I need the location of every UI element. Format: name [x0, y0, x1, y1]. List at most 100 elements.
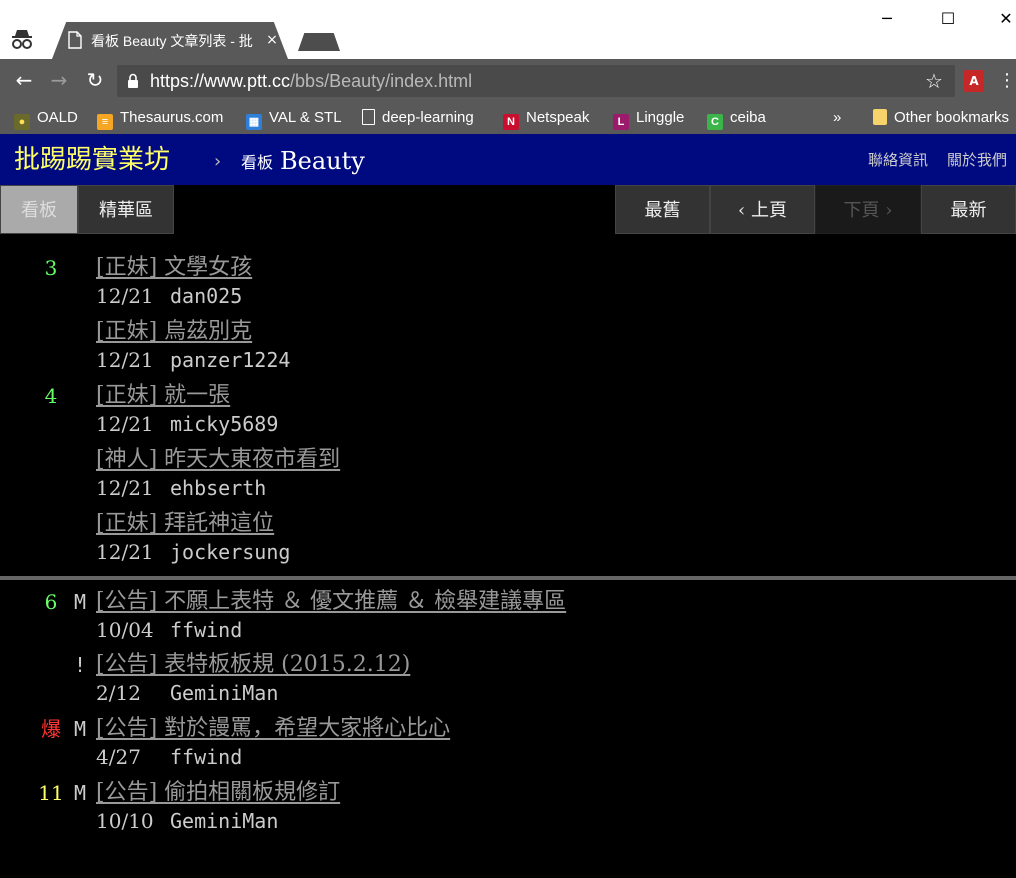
post-title-link[interactable]: [公告] 對於謾罵，希望大家將心比心: [96, 715, 450, 743]
bookmarks-overflow-chevron-icon[interactable]: »: [833, 105, 841, 131]
lock-icon: [128, 73, 138, 88]
bookmark-label: Other bookmarks: [894, 109, 1010, 126]
bookmark-label: Netspeak: [526, 109, 590, 126]
post-meta: 12/21 dan025: [96, 283, 242, 309]
post-date: 12/21: [96, 412, 154, 436]
push-count: 3: [44, 256, 58, 280]
post-meta: 10/04 ffwind: [96, 617, 242, 643]
post-meta: 2/12 GeminiMan: [96, 680, 278, 706]
post-meta: 10/10 GeminiMan: [96, 808, 278, 834]
reload-icon[interactable]: ↻: [81, 66, 109, 94]
post-mark: M: [73, 717, 87, 741]
digest-tab[interactable]: 精華區: [78, 185, 174, 234]
post-meta: 12/21 panzer1224: [96, 347, 290, 373]
post-date: 12/21: [96, 540, 154, 564]
bookmark-linggle[interactable]: L Linggle: [613, 105, 684, 131]
linggle-icon: L: [613, 114, 629, 130]
previous-page-button[interactable]: ‹ 上頁: [710, 185, 815, 234]
post-meta: 12/21 ehbserth: [96, 475, 266, 501]
bookmark-label: VAL & STL: [269, 109, 342, 126]
bookmark-label: Thesaurus.com: [120, 109, 224, 126]
forward-arrow-icon[interactable]: →: [45, 66, 73, 94]
bookmark-label: ceiba: [730, 109, 766, 126]
post-title-link[interactable]: [公告] 不願上表特 ＆ 優文推薦 ＆ 檢舉建議專區: [96, 588, 566, 616]
back-arrow-icon[interactable]: ←: [10, 66, 38, 94]
window-maximize-button[interactable]: ☐: [925, 6, 971, 32]
post-author: dan025: [170, 284, 243, 308]
url-path: /bbs/Beauty/index.html: [290, 71, 473, 91]
bookmark-label: OALD: [37, 109, 78, 126]
oldest-page-button[interactable]: 最舊: [615, 185, 710, 234]
post-meta: 12/21 jockersung: [96, 539, 290, 565]
post-title-link[interactable]: [正妹] 烏茲別克: [96, 318, 252, 346]
post-meta: 4/27 ffwind: [96, 744, 242, 770]
post-author: ffwind: [170, 745, 243, 769]
page-icon: [362, 109, 375, 125]
folder-icon: [873, 109, 887, 125]
url-host: https://www.ptt.cc: [150, 71, 291, 91]
post-title-link[interactable]: [正妹] 拜託神這位: [96, 510, 274, 538]
thesaurus-icon: ≡: [97, 114, 113, 130]
post-title-link[interactable]: [正妹] 文學女孩: [96, 254, 252, 282]
post-author: ffwind: [170, 618, 243, 642]
post-date: 10/04: [96, 618, 154, 642]
post-author: GeminiMan: [170, 809, 279, 833]
post-title-link[interactable]: [公告] 偷拍相關板規修訂: [96, 779, 340, 807]
chrome-menu-icon[interactable]: ⋮: [998, 70, 1016, 92]
other-bookmarks[interactable]: Other bookmarks: [873, 105, 1009, 131]
new-tab-button[interactable]: [298, 33, 340, 51]
pinned-divider: [0, 576, 1016, 580]
post-date: 12/21: [96, 348, 154, 372]
post-title-link[interactable]: [公告] 表特板板規 (2015.2.12): [96, 651, 410, 679]
post-mark: M: [73, 781, 87, 805]
post-author: jockersung: [170, 540, 291, 564]
post-date: 10/10: [96, 809, 154, 833]
post-title-link[interactable]: [正妹] 就一張: [96, 382, 230, 410]
board-tab[interactable]: 看板: [0, 185, 78, 234]
post-mark: !: [73, 653, 87, 677]
tab-title: 看板 Beauty 文章列表 - 批: [91, 33, 253, 49]
bookmark-netspeak[interactable]: N Netspeak: [503, 105, 589, 131]
contact-link[interactable]: 聯絡資訊: [868, 150, 928, 170]
val-stl-icon: ▦: [246, 114, 262, 130]
post-meta: 12/21 micky5689: [96, 411, 278, 437]
post-date: 12/21: [96, 284, 154, 308]
incognito-icon: [12, 30, 32, 49]
tab-close-icon[interactable]: ×: [262, 30, 282, 50]
bookmark-deep-learning[interactable]: deep-learning: [362, 105, 474, 131]
bookmark-ceiba[interactable]: Cceiba: [707, 105, 766, 131]
bookmark-label: Linggle: [636, 109, 685, 126]
bookmark-oald[interactable]: ● OALD: [14, 105, 78, 131]
board-name-link[interactable]: Beauty: [280, 145, 365, 177]
page-icon: [68, 31, 82, 49]
oald-icon: ●: [14, 114, 30, 130]
post-mark: M: [73, 590, 87, 614]
newest-page-button[interactable]: 最新: [921, 185, 1016, 234]
post-date: 2/12: [96, 681, 141, 705]
pdf-extension-icon[interactable]: A: [964, 70, 984, 92]
post-author: panzer1224: [170, 348, 291, 372]
window-close-button[interactable]: ✕: [983, 6, 1016, 32]
bookmark-val-stl[interactable]: ▦ VAL & STL: [246, 105, 342, 131]
bookmark-star-icon[interactable]: ☆: [922, 69, 946, 93]
window-minimize-button[interactable]: ─: [864, 6, 910, 32]
push-count: 6: [44, 590, 58, 614]
board-prefix: 看板: [241, 153, 274, 172]
about-link[interactable]: 關於我們: [947, 150, 1007, 170]
site-logo[interactable]: 批踢踢實業坊: [14, 142, 170, 178]
post-title-link[interactable]: [神人] 昨天大東夜市看到: [96, 446, 340, 474]
post-author: ehbserth: [170, 476, 267, 500]
bookmark-label: deep-learning: [382, 109, 474, 126]
post-date: 12/21: [96, 476, 154, 500]
push-count: 爆: [41, 717, 61, 741]
url-text[interactable]: https://www.ptt.cc/bbs/Beauty/index.html: [150, 66, 472, 96]
post-author: micky5689: [170, 412, 279, 436]
ceiba-icon: C: [707, 114, 723, 130]
push-count: 11: [38, 781, 64, 805]
bookmark-thesaurus[interactable]: ≡ Thesaurus.com: [97, 105, 223, 131]
post-date: 4/27: [96, 745, 141, 769]
breadcrumb-separator: ›: [214, 151, 222, 172]
post-author: GeminiMan: [170, 681, 279, 705]
next-page-button: 下頁 ›: [815, 185, 921, 234]
push-count: 4: [44, 384, 58, 408]
